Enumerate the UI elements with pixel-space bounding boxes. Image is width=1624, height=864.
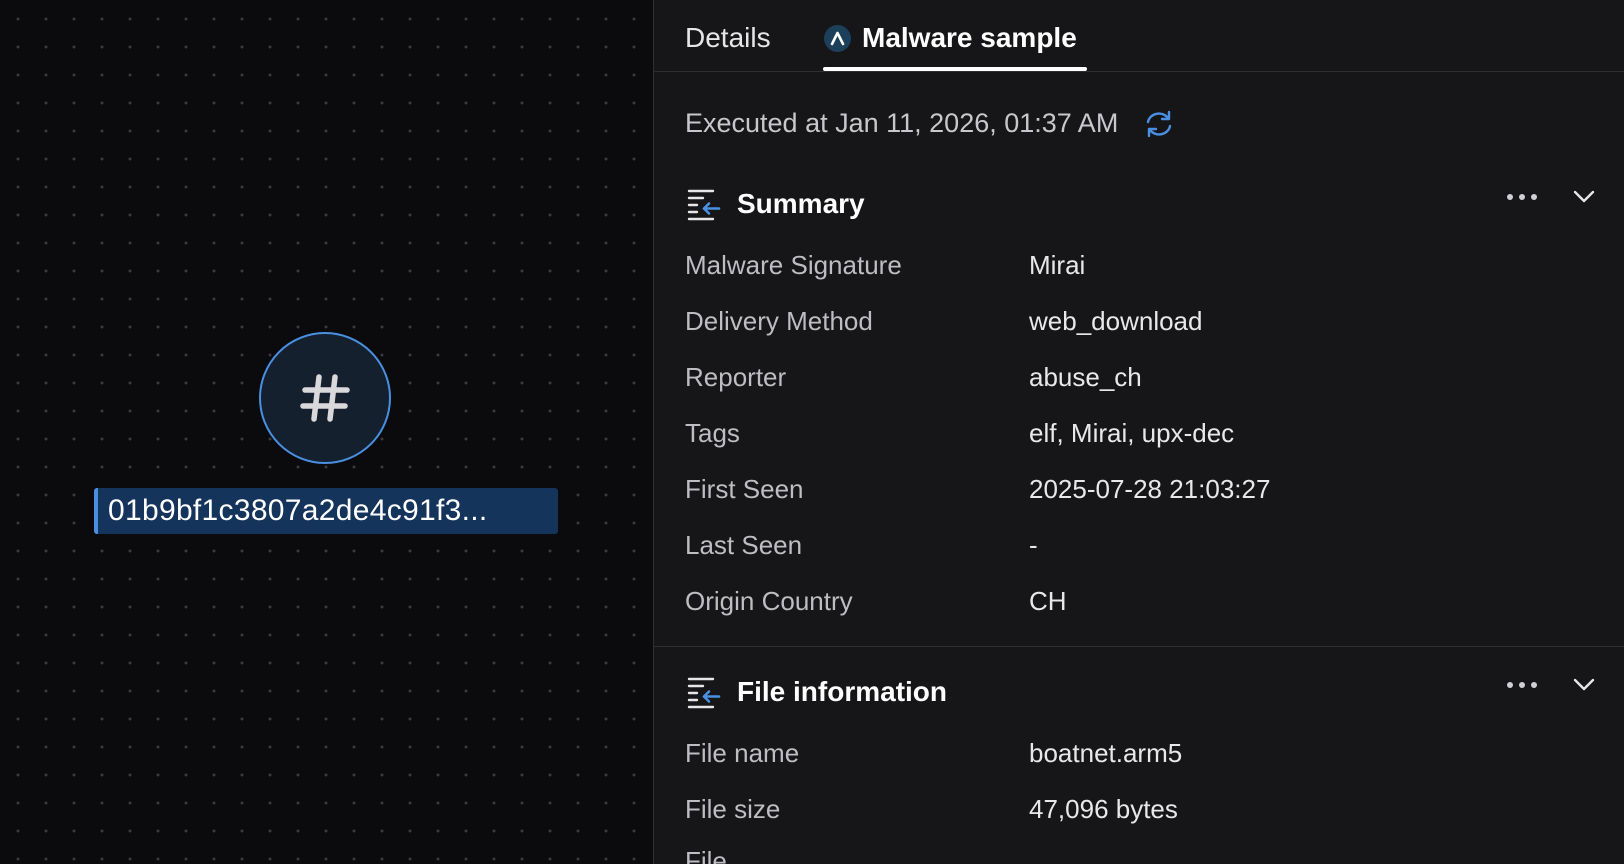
more-options-icon[interactable] [1507,682,1537,688]
row-key: Malware Signature [685,250,902,280]
brand-logo-icon [824,24,851,52]
row-key: Reporter [685,362,787,392]
details-panel: Details Malware sample Executed at Jan 1… [654,0,1624,864]
row-key: Tags [685,418,740,448]
summary-row: Reporter abuse_ch [685,349,1595,405]
summary-actions [1507,190,1595,204]
hash-icon [300,374,350,422]
row-key: Last Seen [685,530,803,560]
partial-row-label: File [685,846,727,864]
row-key: File size [685,794,781,824]
collapse-list-icon [687,189,721,221]
summary-row: Last Seen - [685,517,1595,573]
app-root: 01b9bf1c3807a2de4c91f3... Details Malwar… [0,0,1624,864]
tab-malware-sample-label: Malware sample [862,22,1077,53]
node-label[interactable]: 01b9bf1c3807a2de4c91f3... [94,488,558,534]
tab-malware-sample[interactable]: Malware sample [824,22,1077,54]
row-key: Delivery Method [685,306,873,336]
file-info-rows: File name boatnet.arm5 File size 47,096 … [685,725,1595,837]
tab-details-label: Details [685,22,771,53]
hash-node[interactable] [259,332,391,464]
tab-details[interactable]: Details [685,22,771,54]
row-key: First Seen [685,474,804,504]
row-value: 47,096 bytes [1029,794,1178,824]
file-info-row: File size 47,096 bytes [685,781,1595,837]
row-value: boatnet.arm5 [1029,738,1183,768]
chevron-down-icon[interactable] [1573,190,1595,204]
summary-section-header[interactable]: Summary [685,184,1595,224]
row-key: File name [685,738,800,768]
summary-rows: Malware Signature Mirai Delivery Method … [685,237,1595,629]
summary-row: Origin Country CH [685,573,1595,629]
row-value: abuse_ch [1029,362,1142,392]
more-options-icon[interactable] [1507,194,1537,200]
refresh-icon[interactable] [1142,109,1176,139]
summary-row: First Seen 2025-07-28 21:03:27 [685,461,1595,517]
summary-row: Malware Signature Mirai [685,237,1595,293]
file-info-actions [1507,678,1595,692]
row-value: web_download [1029,306,1203,336]
graph-canvas[interactable]: 01b9bf1c3807a2de4c91f3... [0,0,653,864]
executed-at-text: Executed at Jan 11, 2026, 01:37 AM [685,108,1119,138]
section-divider [654,646,1624,647]
row-value: 2025-07-28 21:03:27 [1029,474,1271,504]
file-info-row: File name boatnet.arm5 [685,725,1595,781]
row-key: Origin Country [685,586,853,616]
chevron-down-icon[interactable] [1573,678,1595,692]
collapse-list-icon [687,677,721,709]
summary-row: Tags elf, Mirai, upx-dec [685,405,1595,461]
row-value: - [1029,530,1038,560]
row-value: elf, Mirai, upx-dec [1029,418,1235,448]
file-info-section-header[interactable]: File information [685,672,1595,712]
summary-row: Delivery Method web_download [685,293,1595,349]
tab-bar: Details Malware sample [654,0,1624,72]
file-info-title: File information [737,676,947,707]
summary-title: Summary [737,188,865,219]
execution-info: Executed at Jan 11, 2026, 01:37 AM [685,108,1176,139]
active-tab-indicator [823,67,1087,71]
row-value: Mirai [1029,250,1086,280]
row-value: CH [1029,586,1067,616]
